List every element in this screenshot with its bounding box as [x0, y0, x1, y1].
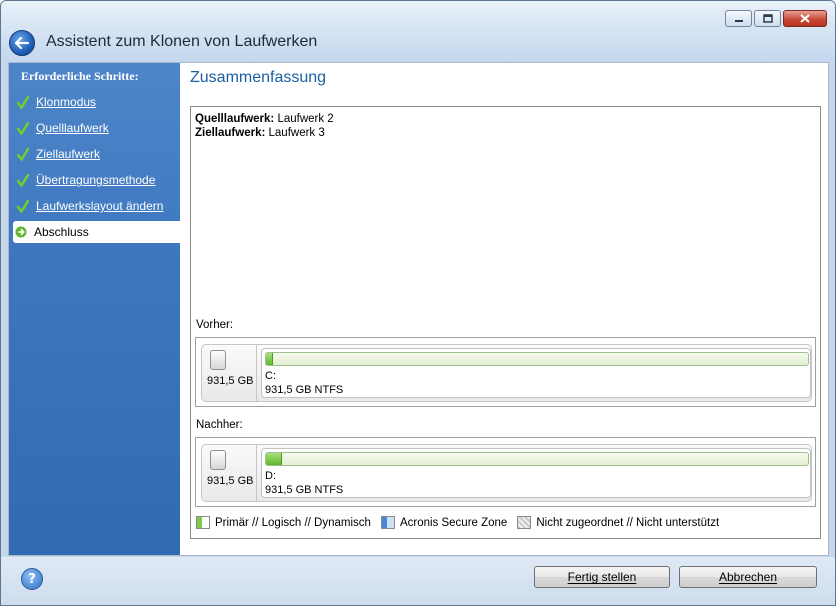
before-label: Vorher:: [196, 319, 234, 331]
wizard-window: Assistent zum Klonen von Laufwerken Erfo…: [0, 0, 836, 606]
window-controls: [725, 10, 827, 27]
legend-label: Acronis Secure Zone: [399, 516, 508, 529]
sidebar-item-label: Laufwerkslayout ändern: [36, 199, 164, 213]
partition-usage-bar: [265, 352, 809, 366]
source-drive-label: Quelllaufwerk:: [195, 113, 275, 125]
sidebar-item-label: Abschluss: [34, 225, 89, 239]
content-area: Erforderliche Schritte: Klonmodus Quelll…: [8, 62, 829, 556]
after-disk[interactable]: 931,5 GB D: 931,5 GB NTFS: [201, 444, 812, 502]
arrow-right-icon: [15, 226, 27, 238]
sidebar-item-ziellaufwerk[interactable]: Ziellaufwerk: [15, 143, 180, 165]
hard-drive-icon: [210, 350, 226, 370]
disk-size: 931,5 GB: [207, 375, 254, 387]
sidebar-lower-panel: [9, 244, 180, 555]
source-drive-line: Quelllaufwerk: Laufwerk 2: [195, 113, 334, 125]
question-mark-icon: ?: [28, 571, 36, 587]
after-disk-frame: 931,5 GB D: 931,5 GB NTFS: [195, 437, 816, 507]
legend-item-secure-zone: Acronis Secure Zone: [380, 516, 508, 529]
partition-usage-fill: [266, 353, 273, 365]
check-icon: [17, 173, 29, 187]
sidebar-item-label: Übertragungsmethode: [36, 173, 156, 187]
finish-button-label: Fertig stellen: [567, 570, 637, 584]
arrow-left-icon: [15, 37, 29, 49]
cancel-button[interactable]: Abbrechen: [679, 566, 817, 588]
partition-info: 931,5 GB NTFS: [265, 384, 344, 396]
disk-info: 931,5 GB: [202, 445, 257, 501]
primary-partition-swatch-icon: [196, 516, 210, 529]
bottom-bar: ? Fertig stellen Abbrechen: [1, 557, 835, 605]
partition-letter: C:: [265, 370, 276, 382]
finish-button[interactable]: Fertig stellen: [534, 566, 670, 588]
hard-drive-icon: [210, 450, 226, 470]
partition-c[interactable]: C: 931,5 GB NTFS: [261, 348, 811, 398]
sidebar-item-uebertragungsmethode[interactable]: Übertragungsmethode: [15, 169, 180, 191]
minimize-button[interactable]: [725, 10, 752, 27]
legend-label: Primär // Logisch // Dynamisch: [215, 516, 371, 529]
legend-label: Nicht zugeordnet // Nicht unterstützt: [536, 516, 720, 529]
close-icon: [800, 14, 810, 23]
after-label: Nachher:: [196, 419, 243, 431]
sidebar-item-klonmodus[interactable]: Klonmodus: [15, 91, 180, 113]
minimize-icon: [734, 19, 743, 22]
maximize-icon: [762, 14, 773, 23]
before-disk-frame: 931,5 GB C: 931,5 GB NTFS: [195, 337, 816, 407]
help-button[interactable]: ?: [21, 568, 43, 590]
target-drive-label: Ziellaufwerk:: [195, 127, 266, 139]
secure-zone-swatch-icon: [380, 516, 395, 529]
partition-d[interactable]: D: 931,5 GB NTFS: [261, 448, 811, 498]
maximize-button[interactable]: [754, 10, 781, 27]
sidebar-item-label: Ziellaufwerk: [36, 147, 101, 161]
partition-usage-fill: [266, 453, 283, 465]
unallocated-swatch-icon: [517, 516, 532, 529]
sidebar-item-laufwerkslayout[interactable]: Laufwerkslayout ändern: [15, 195, 180, 217]
sidebar-item-abschluss[interactable]: Abschluss: [13, 221, 180, 243]
steps-sidebar: Erforderliche Schritte: Klonmodus Quelll…: [9, 63, 180, 555]
sidebar-item-quelllaufwerk[interactable]: Quelllaufwerk: [15, 117, 180, 139]
target-drive-value: Laufwerk 3: [268, 127, 325, 139]
partition-usage-bar: [265, 452, 809, 466]
check-icon: [17, 147, 29, 161]
page-title: Zusammenfassung: [190, 69, 327, 86]
sidebar-item-label: Klonmodus: [36, 95, 97, 109]
summary-panel: Quelllaufwerk: Laufwerk 2 Ziellaufwerk: …: [190, 106, 821, 539]
window-title: Assistent zum Klonen von Laufwerken: [46, 33, 318, 50]
source-drive-value: Laufwerk 2: [277, 113, 334, 125]
partition-letter: D:: [265, 470, 276, 482]
check-icon: [17, 199, 29, 213]
sidebar-title: Erforderliche Schritte:: [21, 69, 139, 83]
before-disk[interactable]: 931,5 GB C: 931,5 GB NTFS: [201, 344, 812, 402]
disk-size: 931,5 GB: [207, 475, 254, 487]
title-bar: Assistent zum Klonen von Laufwerken: [1, 1, 835, 63]
sidebar-item-label: Quelllaufwerk: [36, 121, 109, 135]
legend: Primär // Logisch // Dynamisch Acronis S…: [196, 516, 729, 529]
check-icon: [17, 95, 29, 109]
disk-info: 931,5 GB: [202, 345, 257, 401]
cancel-button-label: Abbrechen: [718, 570, 778, 584]
close-button[interactable]: [783, 10, 827, 27]
back-button[interactable]: [9, 30, 35, 56]
legend-item-unallocated: Nicht zugeordnet // Nicht unterstützt: [517, 516, 719, 529]
partition-info: 931,5 GB NTFS: [265, 484, 344, 496]
check-icon: [17, 121, 29, 135]
target-drive-line: Ziellaufwerk: Laufwerk 3: [195, 127, 325, 139]
legend-item-primary: Primär // Logisch // Dynamisch: [196, 516, 371, 529]
